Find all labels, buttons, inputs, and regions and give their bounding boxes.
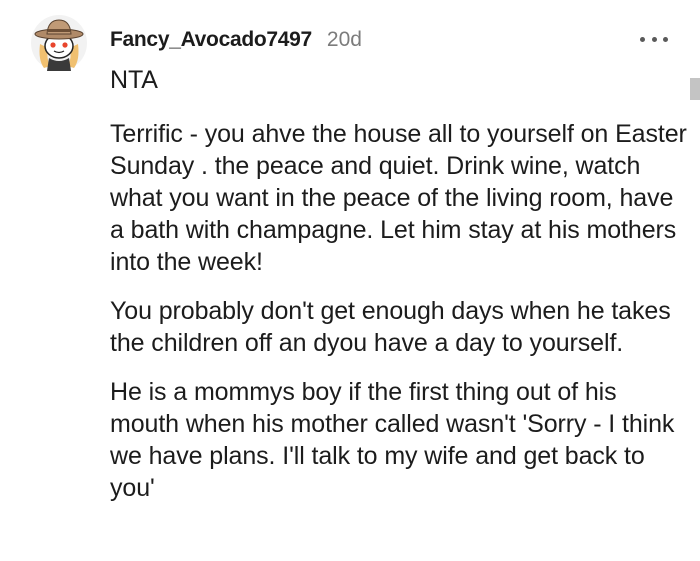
comment-paragraph: You probably don't get enough days when … bbox=[110, 297, 671, 357]
scrollbar-thumb[interactable] bbox=[690, 78, 700, 100]
comment-age: 20d bbox=[326, 28, 362, 51]
username[interactable]: Fancy_Avocado7497 bbox=[110, 28, 312, 52]
avatar[interactable] bbox=[30, 14, 88, 72]
comment-paragraph: He is a mommys boy if the first thing ou… bbox=[110, 378, 675, 502]
snoo-avatar-icon bbox=[31, 15, 87, 71]
comment-body: NTA Terrific - you ahve the house all to… bbox=[110, 64, 690, 521]
comment: Fancy_Avocado7497 20d NTA Terrific - you… bbox=[0, 0, 700, 561]
more-options-icon[interactable] bbox=[640, 32, 668, 46]
comment-header: Fancy_Avocado7497 20d bbox=[110, 28, 362, 56]
comment-paragraph: Terrific - you ahve the house all to you… bbox=[110, 120, 687, 276]
comment-paragraph: NTA bbox=[110, 66, 158, 94]
